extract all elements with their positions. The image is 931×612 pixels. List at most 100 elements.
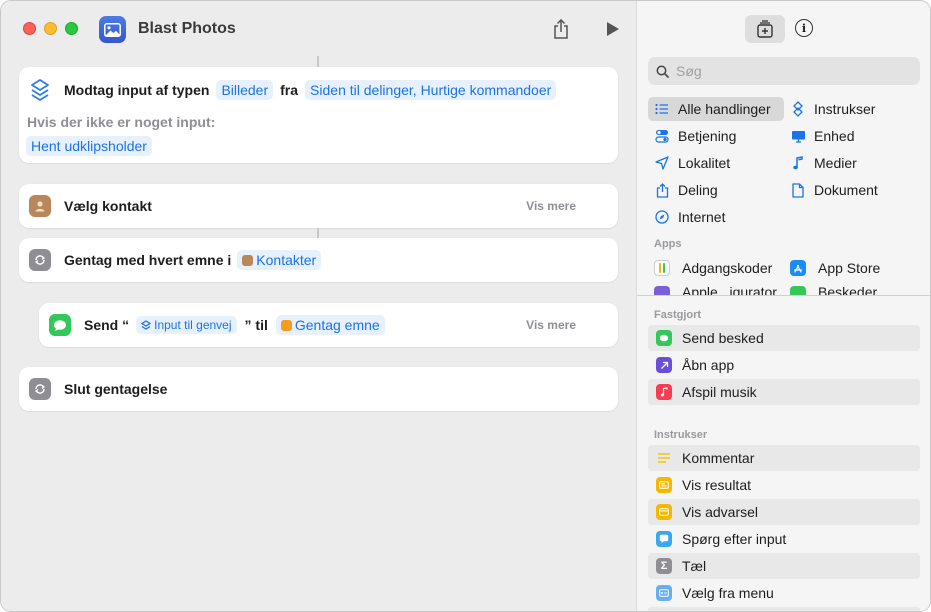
app-messages[interactable]: Beskeder — [790, 283, 877, 295]
list-icon — [654, 101, 670, 117]
action-label: Åbn app — [682, 357, 735, 373]
receive-label: Modtag input af typen — [64, 82, 210, 98]
category-label: Lokalitet — [678, 155, 731, 171]
repeat-item-label: Gentag emne — [294, 317, 380, 333]
action-label: Tæl — [682, 558, 707, 574]
repeat-action[interactable]: Gentag med hvert emne i Kontakter — [19, 238, 618, 282]
show-more-button[interactable]: Vis mere — [526, 199, 576, 213]
search-icon — [656, 65, 669, 78]
share-icon[interactable] — [552, 18, 570, 39]
passwords-icon — [654, 260, 670, 276]
info-icon[interactable]: i — [795, 19, 813, 37]
arrow-up-right-icon — [656, 357, 672, 373]
action-comment[interactable]: Kommentar — [648, 445, 920, 471]
category-scripting[interactable]: Instrukser — [790, 97, 875, 121]
show-result-icon — [656, 477, 672, 493]
choose-contact-label: Vælg kontakt — [64, 198, 152, 214]
window-controls — [23, 22, 78, 35]
action-choose-from-menu[interactable]: Vælg fra menu — [648, 580, 920, 606]
music-note-icon — [790, 155, 806, 171]
minimize-button[interactable] — [44, 22, 57, 35]
category-label: Betjening — [678, 128, 737, 144]
toggle-icon — [654, 128, 670, 144]
end-repeat-label: Slut gentagelse — [64, 381, 168, 397]
action-label: Vis resultat — [682, 477, 751, 493]
category-device[interactable]: Enhed — [790, 124, 854, 148]
app-passwords[interactable]: Adgangskoder — [654, 256, 772, 280]
send-prefix: Send “ — [84, 317, 130, 333]
action-show-result[interactable]: Vis resultat — [648, 472, 920, 498]
category-internet[interactable]: Internet — [654, 205, 725, 229]
no-input-label: Hvis der ikke er noget input: — [27, 114, 216, 130]
app-label: Adgangskoder — [682, 260, 773, 276]
share-icon — [654, 182, 670, 198]
scripting-icon — [790, 101, 806, 117]
send-middle: ” til — [244, 317, 268, 333]
app-app-store[interactable]: App Store — [790, 256, 880, 280]
shortcut-title[interactable]: Blast Photos — [138, 20, 236, 38]
search-input[interactable] — [676, 63, 906, 79]
search-field[interactable] — [648, 57, 920, 85]
action-play-music[interactable]: Afspil musik — [648, 379, 920, 405]
category-label: Internet — [678, 209, 726, 225]
category-media[interactable]: Medier — [790, 151, 857, 175]
play-icon[interactable] — [606, 21, 620, 37]
input-source-token[interactable]: Siden til delinger, Hurtige kommandoer — [305, 80, 557, 100]
messages-icon — [790, 286, 806, 295]
apps-header: Apps — [654, 238, 682, 250]
messages-icon — [49, 314, 71, 336]
input-type-token[interactable]: Billeder — [216, 80, 274, 100]
repeat-icon — [29, 249, 51, 271]
category-label: Enhed — [814, 128, 855, 144]
action-label: Vælg fra menu — [682, 585, 774, 601]
action-send-message[interactable]: Send besked — [648, 325, 920, 351]
action-open-app[interactable]: Åbn app — [648, 352, 920, 378]
document-icon — [790, 182, 806, 198]
app-label: Apple...iqurator — [682, 284, 777, 295]
shortcut-input-icon — [29, 78, 51, 102]
action-show-alert[interactable]: Vis advarsel — [648, 499, 920, 525]
menu-icon — [656, 585, 672, 601]
action-count[interactable]: Σ Tæl — [648, 553, 920, 579]
category-label: Dokument — [814, 182, 878, 198]
location-arrow-icon — [654, 155, 670, 171]
action-list: Fastgjort Send besked Åbn app Afspil mus… — [637, 296, 930, 611]
action-ask-for-input[interactable]: Spørg efter input — [648, 526, 920, 552]
app-label: Beskeder — [818, 284, 878, 295]
zoom-button[interactable] — [65, 22, 78, 35]
repeat-icon — [29, 378, 51, 400]
category-all-actions[interactable]: Alle handlinger — [648, 97, 784, 121]
contacts-icon — [242, 254, 254, 266]
close-button[interactable] — [23, 22, 36, 35]
app-store-icon — [790, 260, 806, 276]
category-document[interactable]: Dokument — [790, 178, 878, 202]
action-label: Kommentar — [682, 450, 755, 466]
repeat-item-token[interactable]: Gentag emne — [275, 315, 385, 335]
configurator-icon — [654, 286, 670, 295]
repeat-label: Gentag med hvert emne i — [64, 252, 232, 268]
scripting-header: Instrukser — [654, 429, 708, 441]
show-more-button[interactable]: Vis mere — [526, 318, 576, 332]
contacts-icon — [29, 195, 51, 217]
end-repeat-action[interactable]: Slut gentagelse — [19, 367, 618, 411]
flow-connector — [317, 228, 319, 238]
library-icon[interactable] — [745, 15, 785, 43]
messages-icon — [656, 330, 672, 346]
compass-icon — [654, 209, 670, 225]
from-label: fra — [280, 82, 299, 98]
choose-contact-action[interactable]: Vælg kontakt Vis mere — [19, 184, 618, 228]
send-message-action[interactable]: Send “ Input til genvej ” til Gentag emn… — [39, 303, 618, 347]
ask-input-icon — [656, 531, 672, 547]
category-controls[interactable]: Betjening — [654, 124, 736, 148]
category-sharing[interactable]: Deling — [654, 178, 718, 202]
fallback-token[interactable]: Hent udklipsholder — [26, 136, 152, 156]
app-configurator[interactable]: Apple...iqurator — [654, 283, 777, 295]
shortcut-input-token[interactable]: Input til genvej — [136, 316, 237, 334]
contacts-variable-token[interactable]: Kontakter — [237, 250, 322, 270]
shortcut-input-label: Input til genvej — [154, 318, 232, 332]
category-location[interactable]: Lokalitet — [654, 151, 730, 175]
receive-input-action[interactable]: Modtag input af typen Billeder fra Siden… — [19, 67, 618, 163]
category-label: Alle handlinger — [678, 101, 771, 117]
app-label: App Store — [818, 260, 881, 276]
photo-icon[interactable] — [99, 16, 126, 43]
